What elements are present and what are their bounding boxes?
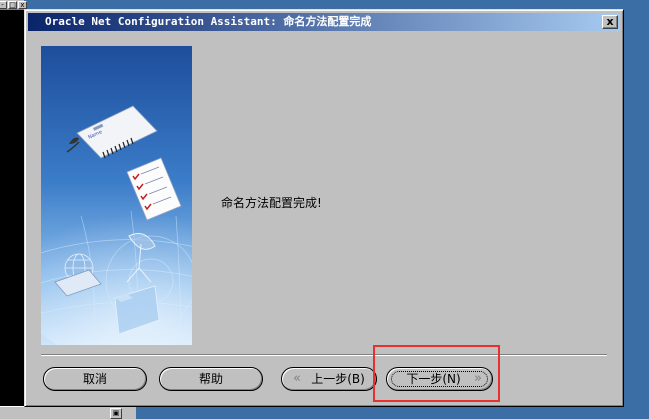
minimize-icon[interactable]: - [0, 1, 7, 9]
back-button[interactable]: « 上一步(B) [281, 367, 377, 391]
resize-icon[interactable]: ▣ [110, 408, 122, 419]
footer-divider [41, 354, 607, 356]
completion-message: 命名方法配置完成! [221, 196, 322, 210]
background-window-titlebar: - □ x [0, 0, 27, 10]
background-window: - □ x [0, 0, 27, 419]
config-assistant-dialog: Oracle Net Configuration Assistant: 命名方法… [24, 9, 624, 407]
next-button-highlight [373, 345, 500, 402]
wizard-illustration-graphic: Name [41, 46, 192, 345]
help-button-label: 帮助 [198, 372, 223, 386]
cancel-button-label: 取消 [82, 372, 107, 386]
maximize-icon[interactable]: □ [8, 1, 17, 9]
close-icon[interactable]: x [18, 1, 27, 9]
dialog-title: Oracle Net Configuration Assistant: 命名方法… [45, 15, 372, 28]
wizard-illustration: Name [41, 46, 192, 345]
back-button-label: 上一步(B) [311, 372, 365, 386]
cancel-button[interactable]: 取消 [43, 367, 147, 391]
help-button[interactable]: 帮助 [159, 367, 263, 391]
dialog-titlebar[interactable]: Oracle Net Configuration Assistant: 命名方法… [28, 13, 620, 31]
background-window-statusbar: ▣ [0, 406, 136, 419]
close-button[interactable]: x [602, 15, 618, 29]
close-icon: x [606, 15, 614, 28]
